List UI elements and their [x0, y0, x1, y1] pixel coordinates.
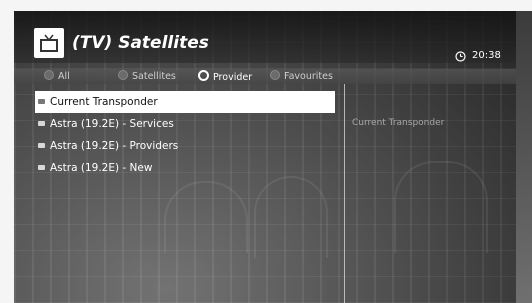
- list-item[interactable]: Current Transponder: [35, 91, 335, 113]
- folder-icon: [38, 99, 45, 104]
- page-title: (TV) Satellites: [72, 33, 209, 53]
- backdrop-arch: [164, 181, 248, 253]
- tab-favourites[interactable]: Favourites: [270, 70, 333, 82]
- list-item-label: Current Transponder: [50, 96, 158, 108]
- radio-icon: [118, 70, 128, 80]
- backdrop-arch: [394, 161, 488, 253]
- tab-label: All: [58, 71, 70, 82]
- list-item-label: Astra (19.2E) - Providers: [50, 140, 179, 152]
- radio-icon: [270, 70, 280, 80]
- tab-label: Favourites: [284, 71, 333, 82]
- tab-provider[interactable]: Provider: [198, 70, 252, 83]
- folder-icon: [38, 121, 45, 126]
- tv-screen: (TV) Satellites 20:38 All Satellites Pro…: [14, 11, 516, 303]
- tv-icon: [34, 28, 64, 58]
- tab-all[interactable]: All: [44, 70, 70, 82]
- tab-label: Satellites: [132, 71, 176, 82]
- tab-satellites[interactable]: Satellites: [118, 70, 176, 82]
- list-item-label: Astra (19.2E) - New: [50, 162, 153, 174]
- folder-icon: [38, 165, 45, 170]
- list-item[interactable]: Astra (19.2E) - New: [35, 157, 335, 179]
- clock-time: 20:38: [472, 50, 501, 61]
- radio-icon: [44, 70, 54, 80]
- screen-edge: [516, 11, 532, 303]
- clock-icon: [455, 51, 466, 62]
- radio-selected-icon: [198, 70, 209, 81]
- panel-divider: [344, 84, 345, 303]
- tab-label: Provider: [213, 72, 253, 83]
- list-item[interactable]: Astra (19.2E) - Services: [35, 113, 335, 135]
- list-item[interactable]: Astra (19.2E) - Providers: [35, 135, 335, 157]
- list-item-label: Astra (19.2E) - Services: [50, 118, 174, 130]
- backdrop-arch: [254, 176, 328, 258]
- folder-icon: [38, 143, 45, 148]
- provider-list: Current Transponder Astra (19.2E) - Serv…: [35, 91, 335, 179]
- detail-text: Current Transponder: [352, 118, 445, 128]
- header-bar: (TV) Satellites 20:38: [14, 11, 516, 63]
- filter-tabs: All Satellites Provider Favourites: [14, 69, 516, 84]
